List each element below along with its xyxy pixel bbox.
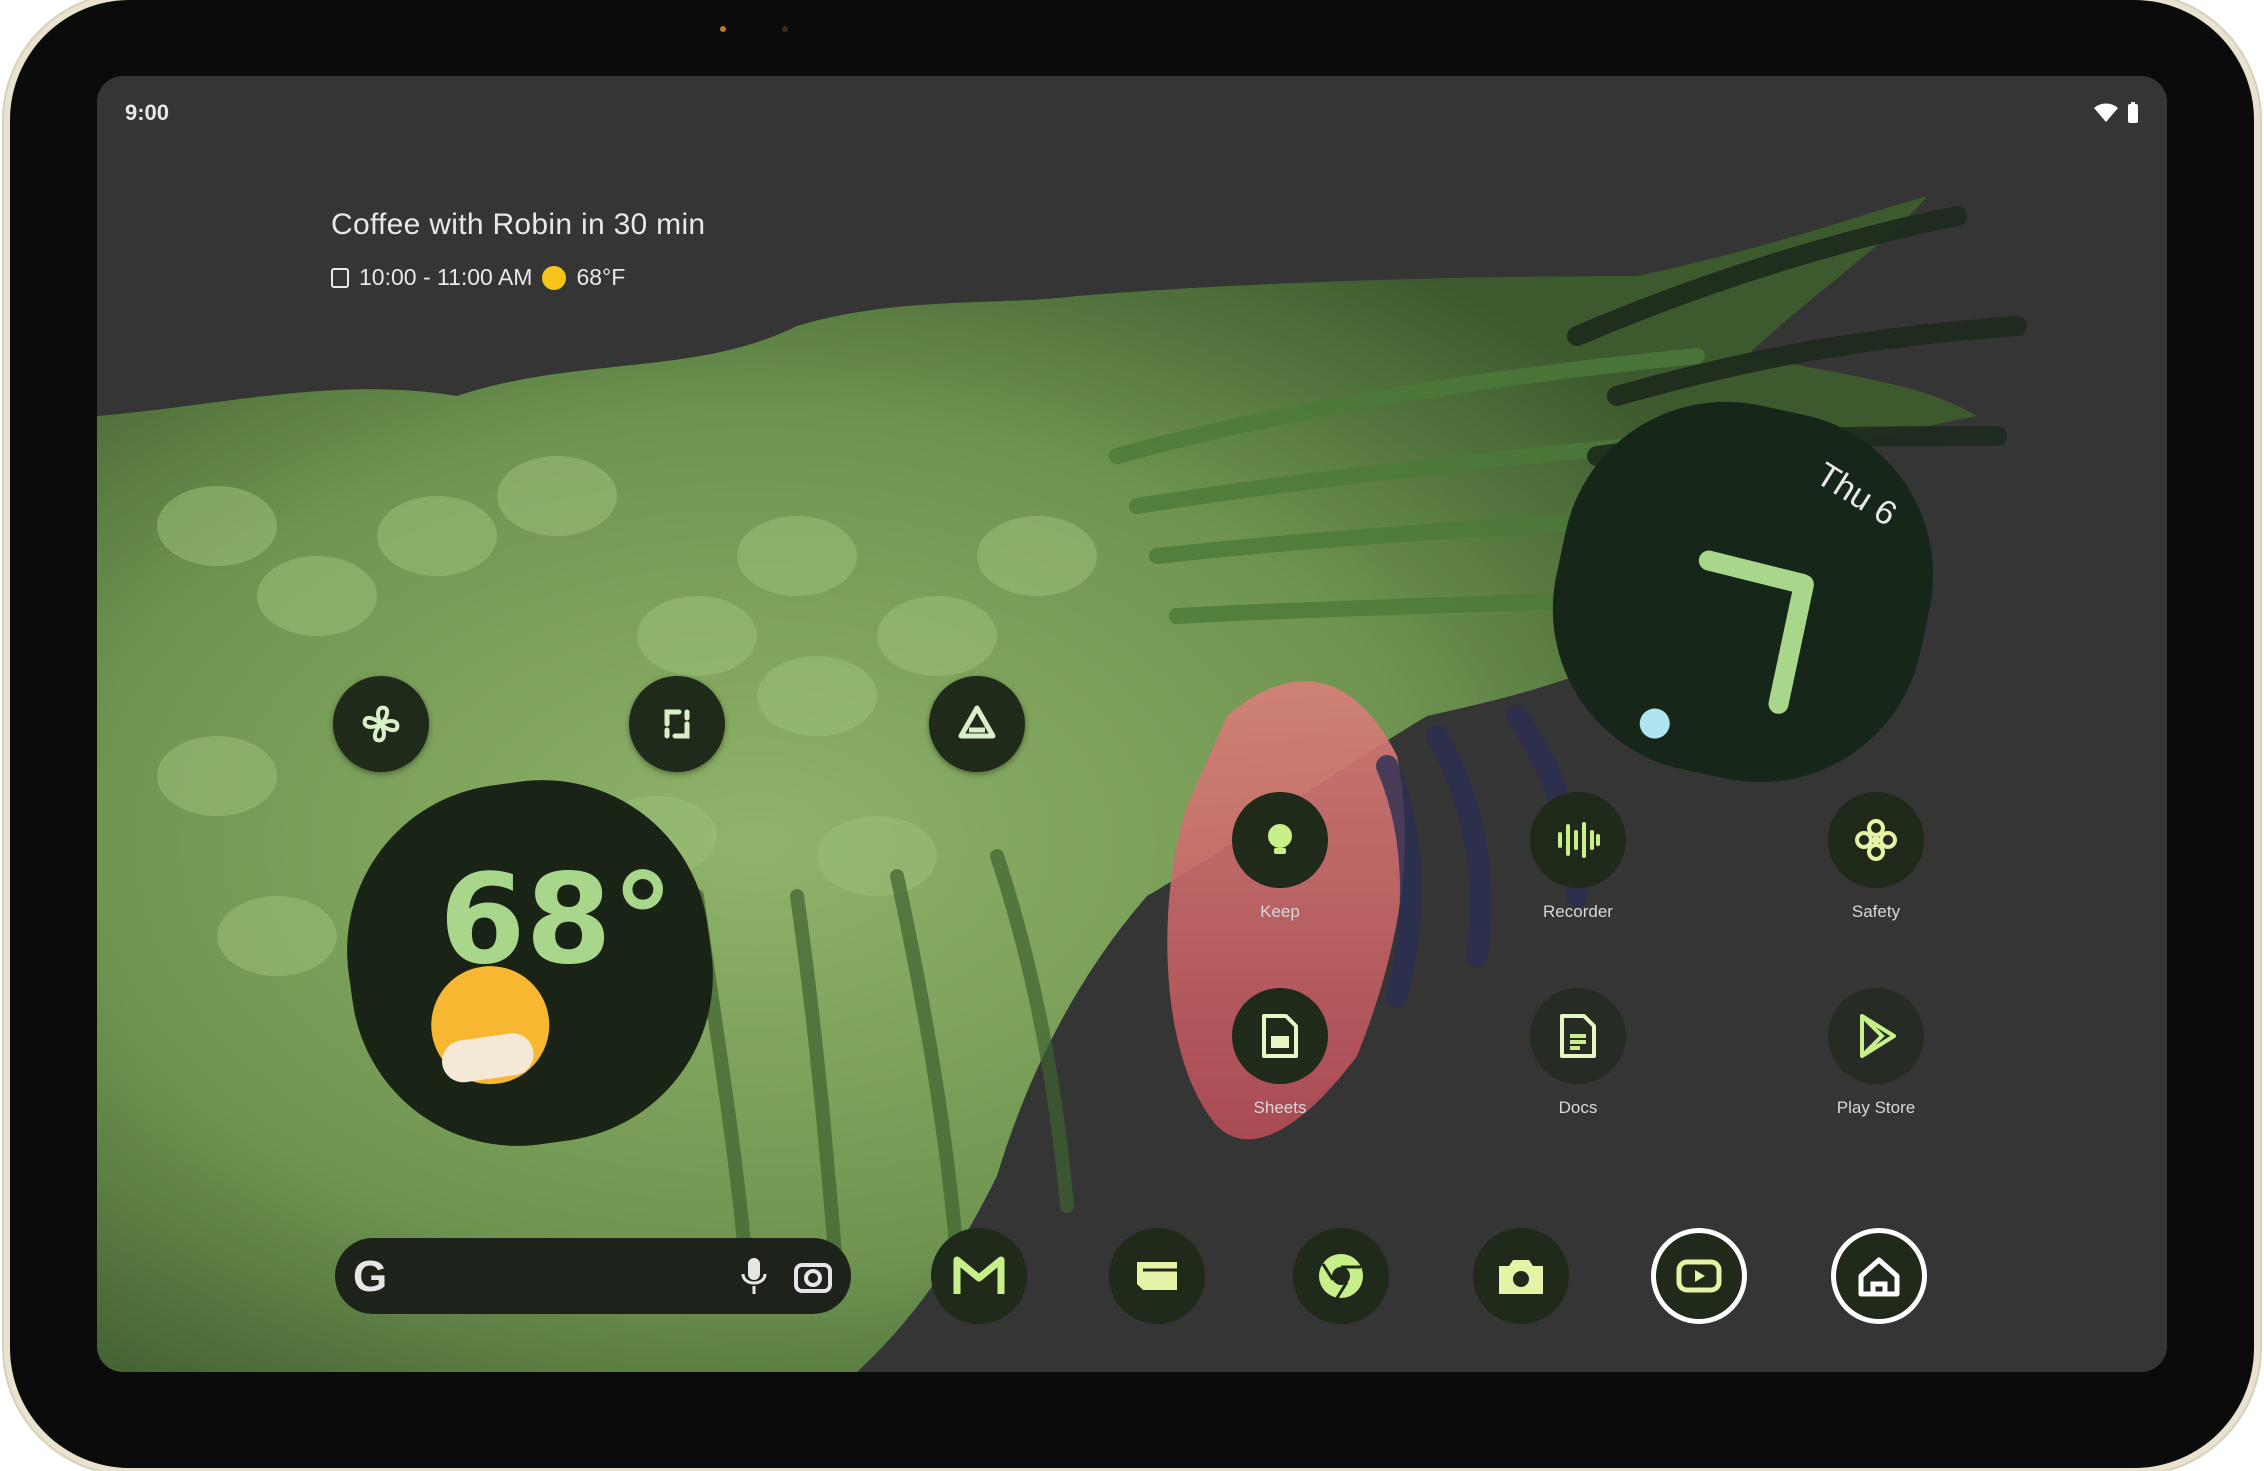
calendar-icon	[331, 267, 349, 288]
recorder-wave-icon	[1530, 792, 1626, 888]
app-label: Play Store	[1836, 1098, 1916, 1117]
files-icon	[1137, 1262, 1177, 1290]
fan-button[interactable]	[333, 676, 429, 772]
dock-files[interactable]	[1109, 1228, 1205, 1324]
glance-details: 10:00 - 11:00 AM 68°F	[331, 264, 705, 291]
status-time: 9:00	[125, 100, 170, 125]
app-keep[interactable]: Keep	[1225, 792, 1335, 922]
safety-flower-icon	[1828, 792, 1924, 888]
lens-icon[interactable]	[793, 1256, 833, 1296]
gmail-icon	[953, 1256, 1005, 1294]
status-icons	[2093, 102, 2139, 124]
glance-weather: 68°F	[576, 264, 626, 290]
app-label: Docs	[1558, 1098, 1598, 1117]
at-a-glance-widget[interactable]: Coffee with Robin in 30 min 10:00 - 11:0…	[331, 208, 705, 291]
sunny-icon	[542, 265, 567, 290]
app-play-store[interactable]: Play Store	[1821, 988, 1931, 1118]
drive-icon	[958, 705, 996, 739]
dock-gmail[interactable]	[931, 1228, 1027, 1324]
mic-icon[interactable]	[739, 1256, 769, 1296]
docs-icon	[1530, 988, 1626, 1084]
app-label: Sheets	[1253, 1098, 1307, 1117]
clock-minute-hand	[1766, 572, 1816, 716]
chrome-icon	[1319, 1254, 1363, 1299]
google-g-logo: G	[353, 1252, 388, 1301]
dock-youtube[interactable]	[1651, 1228, 1747, 1324]
camera-dot	[720, 26, 726, 32]
drive-button[interactable]	[929, 676, 1025, 772]
glance-time-range: 10:00 - 11:00 AM	[359, 264, 533, 290]
app-sheets[interactable]: Sheets	[1225, 988, 1335, 1118]
dock-chrome[interactable]	[1293, 1228, 1389, 1324]
fan-icon	[362, 705, 400, 743]
screenshot-button[interactable]	[629, 676, 725, 772]
google-search-bar[interactable]: G	[335, 1238, 851, 1314]
app-label: Safety	[1851, 902, 1901, 921]
app-label: Keep	[1260, 902, 1300, 921]
app-label: Recorder	[1543, 902, 1613, 921]
home-screen: 9:00 Coffee with Robin in 30 min 10:00 -…	[97, 76, 2167, 1372]
keep-bulb-icon	[1232, 792, 1328, 888]
app-docs[interactable]: Docs	[1523, 988, 1633, 1118]
app-recorder[interactable]: Recorder	[1523, 792, 1633, 922]
dock-camera[interactable]	[1473, 1228, 1569, 1324]
home-icon	[1858, 1257, 1900, 1297]
youtube-icon	[1676, 1259, 1722, 1293]
clock-center-dot	[1636, 705, 1673, 742]
dock-home[interactable]	[1831, 1228, 1927, 1324]
camera-icon	[1499, 1260, 1543, 1294]
clock-day: Thu 6	[1809, 455, 1904, 534]
status-bar: 9:00	[125, 100, 2139, 126]
app-safety[interactable]: Safety	[1821, 792, 1931, 922]
wifi-icon	[2094, 103, 2118, 122]
battery-icon	[2128, 102, 2138, 123]
screenshot-icon	[664, 709, 690, 739]
sheets-icon	[1232, 988, 1328, 1084]
play-store-icon	[1828, 988, 1924, 1084]
glance-event: Coffee with Robin in 30 min	[331, 208, 706, 241]
sensor-dot	[782, 26, 788, 32]
